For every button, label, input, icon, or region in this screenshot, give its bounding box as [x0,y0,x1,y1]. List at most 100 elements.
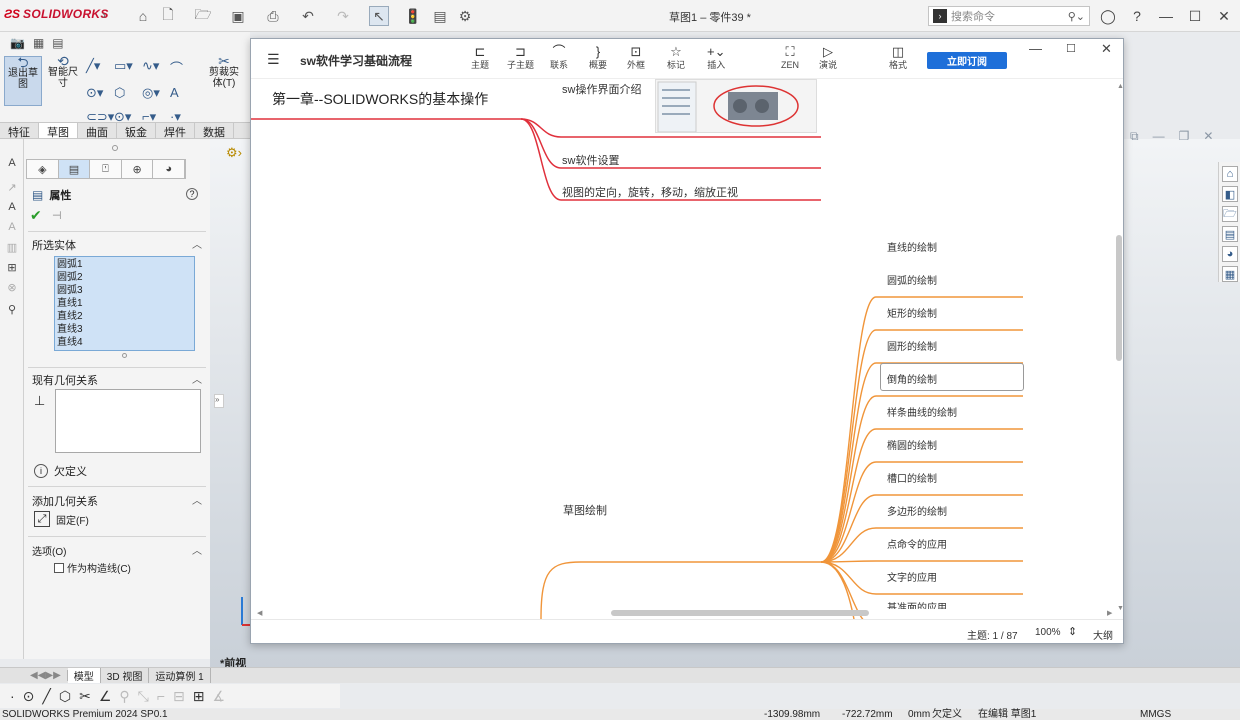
feature-manager-tab-icon[interactable]: ◈ [27,160,59,178]
toolbar-relation-button[interactable]: ⌒ 联系 [550,45,568,71]
add-relations-header[interactable]: 添加几何关系 [32,493,98,509]
maximize-icon[interactable]: ☐ [1184,6,1206,26]
construction-checkbox-row[interactable]: 作为构造线(C) [54,560,131,575]
tab-weldments[interactable]: 焊件 [156,123,195,139]
subtopic-node[interactable]: 基准面的应用 [887,601,947,609]
sketch-tool4-icon[interactable]: A [4,219,20,235]
mm-maximize-icon[interactable]: ☐ [1066,42,1076,55]
subtopic-node[interactable]: 文字的应用 [887,569,937,584]
polygon-tool-icon[interactable]: ⬡ [59,688,71,705]
display-icon[interactable]: ▤ [52,36,63,50]
tab-sheet-metal[interactable]: 钣金 [117,123,156,139]
units-status[interactable]: MMGS [1140,709,1171,720]
scroll-left-icon[interactable]: ◀ [257,609,262,617]
pm-splitter-handle[interactable] [112,145,118,151]
minimize-icon[interactable]: — [1155,6,1177,26]
ellipse-icon[interactable]: ◎▾ [142,85,170,101]
format-button[interactable]: ◫ 格式 [889,45,907,71]
grid-tool-icon[interactable]: ⊞ [193,688,205,705]
sketch-drawing-topic[interactable]: 草图绘制 [563,502,607,518]
toolbar-summary-button[interactable]: } 概要 [589,45,607,71]
smart-dimension-button[interactable]: ⟲ 智能尺寸 [44,54,82,106]
fillet-icon[interactable]: ⌒ [170,58,198,77]
fix-relation-button[interactable]: ⤢ 固定(F) [34,511,89,527]
circle-tool-icon[interactable]: ⊙ [23,688,35,705]
tool-disabled3-icon[interactable]: ⌐ [157,688,165,704]
tab-surfaces[interactable]: 曲面 [78,123,117,139]
subtopic-node[interactable]: 直线的绘制 [887,239,937,254]
list-item[interactable]: 圆弧1 [57,258,192,271]
tool-disabled1-icon[interactable]: ⚲ [119,688,129,705]
options-header[interactable]: 选项(O) [32,543,66,558]
redo-icon[interactable]: ↷ [333,6,353,26]
file-properties-icon[interactable]: ▤ [430,6,450,26]
list-resize-handle[interactable] [122,353,127,358]
subtopic-node[interactable]: 矩形的绘制 [887,305,937,320]
root-topic[interactable]: 第一章--SOLIDWORKS的基本操作 [272,89,488,109]
tab-data[interactable]: 数据 [195,123,234,139]
print-icon[interactable]: ⎙ [263,6,283,26]
viewport-restore-icon[interactable]: ⧉ [1130,129,1139,144]
help-icon[interactable]: ? [1126,6,1148,26]
hamburger-menu-icon[interactable]: ☰ [267,51,280,68]
part-tree-icon[interactable]: ⚙› [226,145,242,161]
outline-button[interactable]: 大纲 [1093,627,1113,642]
search-box[interactable]: › 搜索命令 ⚲⌄ [928,6,1090,26]
horizontal-scrollbar-thumb[interactable] [611,610,869,616]
existing-relations-header[interactable]: 现有几何关系 [32,372,98,388]
mm-close-icon[interactable]: ✕ [1101,41,1112,57]
point-tool-icon[interactable]: · [10,688,15,704]
property-manager-tab-icon[interactable]: ▤ [58,160,91,178]
tab-model[interactable]: 模型 [67,668,101,683]
topic-node[interactable]: sw软件设置 [562,152,619,168]
panel-collapse-handle[interactable]: » [214,394,224,408]
list-item[interactable]: 直线2 [57,310,192,323]
trim-tool-icon[interactable]: ✂ [79,688,91,705]
viewport-close-icon[interactable]: ✕ [1203,129,1213,144]
options-gear-icon[interactable]: ⚙ [455,6,475,26]
toolbar-topic-button[interactable]: ⊏ 主题 [471,45,489,71]
circle-icon[interactable]: ⊙▾ [86,85,114,101]
pm-help-icon[interactable]: ? [186,188,198,200]
selected-entities-header[interactable]: 所选实体 [32,237,76,253]
collapse-existing-icon[interactable]: ︿ [192,371,202,386]
select-icon[interactable]: ↖ [369,6,389,26]
pin-icon[interactable]: ⊣ [52,209,62,222]
selected-entities-list[interactable]: 圆弧1 圆弧2 圆弧3 直线1 直线2 直线3 直线4 [54,256,195,351]
open-folder-icon[interactable]: 🗁 [193,6,213,26]
tab-sketch[interactable]: 草图 [39,123,78,139]
configuration-tab-icon[interactable]: ⍞ [90,160,122,178]
topic-image-thumbnail[interactable] [655,79,817,133]
polygon-icon[interactable]: ⬡ [114,85,142,101]
zen-mode-button[interactable]: ⛶ ZEN [781,45,799,71]
zoom-stepper-icon[interactable]: ⇕ [1068,625,1077,638]
list-item[interactable]: 直线4 [57,336,192,349]
spline-icon[interactable]: ∿▾ [142,58,170,77]
present-button[interactable]: ▷ 演说 [819,45,837,71]
viewport-maximize-icon[interactable]: ❐ [1179,129,1190,144]
sketch-tool3-icon[interactable]: A [4,199,20,215]
toolbar-marker-button[interactable]: ☆ 标记 [667,45,685,71]
appearances-icon[interactable]: ◕ [1222,246,1238,262]
home-icon[interactable]: ⌂ [133,6,153,26]
resources-icon[interactable]: ◧ [1222,186,1238,202]
list-item[interactable]: 圆弧2 [57,271,192,284]
dimxpert-tab-icon[interactable]: ⊕ [121,160,154,178]
sketch-tool7-icon[interactable]: ⊗ [4,279,20,295]
collapse-selected-icon[interactable]: ︿ [192,236,202,251]
list-item[interactable]: 直线1 [57,297,192,310]
zoom-level[interactable]: 100% [1035,627,1061,638]
new-file-icon[interactable]: 🗋 [158,6,178,26]
exit-sketch-button[interactable]: ⮌ 退出草图 [4,55,42,106]
rectangle-icon[interactable]: ▭▾ [114,58,142,77]
home-taskpane-icon[interactable]: ⌂ [1222,166,1238,182]
toolbar-boundary-button[interactable]: ⊡ 外框 [627,45,645,71]
camera-icon[interactable]: 📷 [10,36,25,50]
subtopic-node[interactable]: 样条曲线的绘制 [887,404,957,419]
collapse-add-icon[interactable]: ︿ [192,492,202,507]
tab-features[interactable]: 特征 [0,123,39,139]
list-item[interactable]: 圆弧3 [57,284,192,297]
search-icon[interactable]: ⚲⌄ [1068,10,1085,23]
text-icon[interactable]: A [170,85,198,101]
topic-node[interactable]: sw操作界面介绍 [562,81,641,97]
